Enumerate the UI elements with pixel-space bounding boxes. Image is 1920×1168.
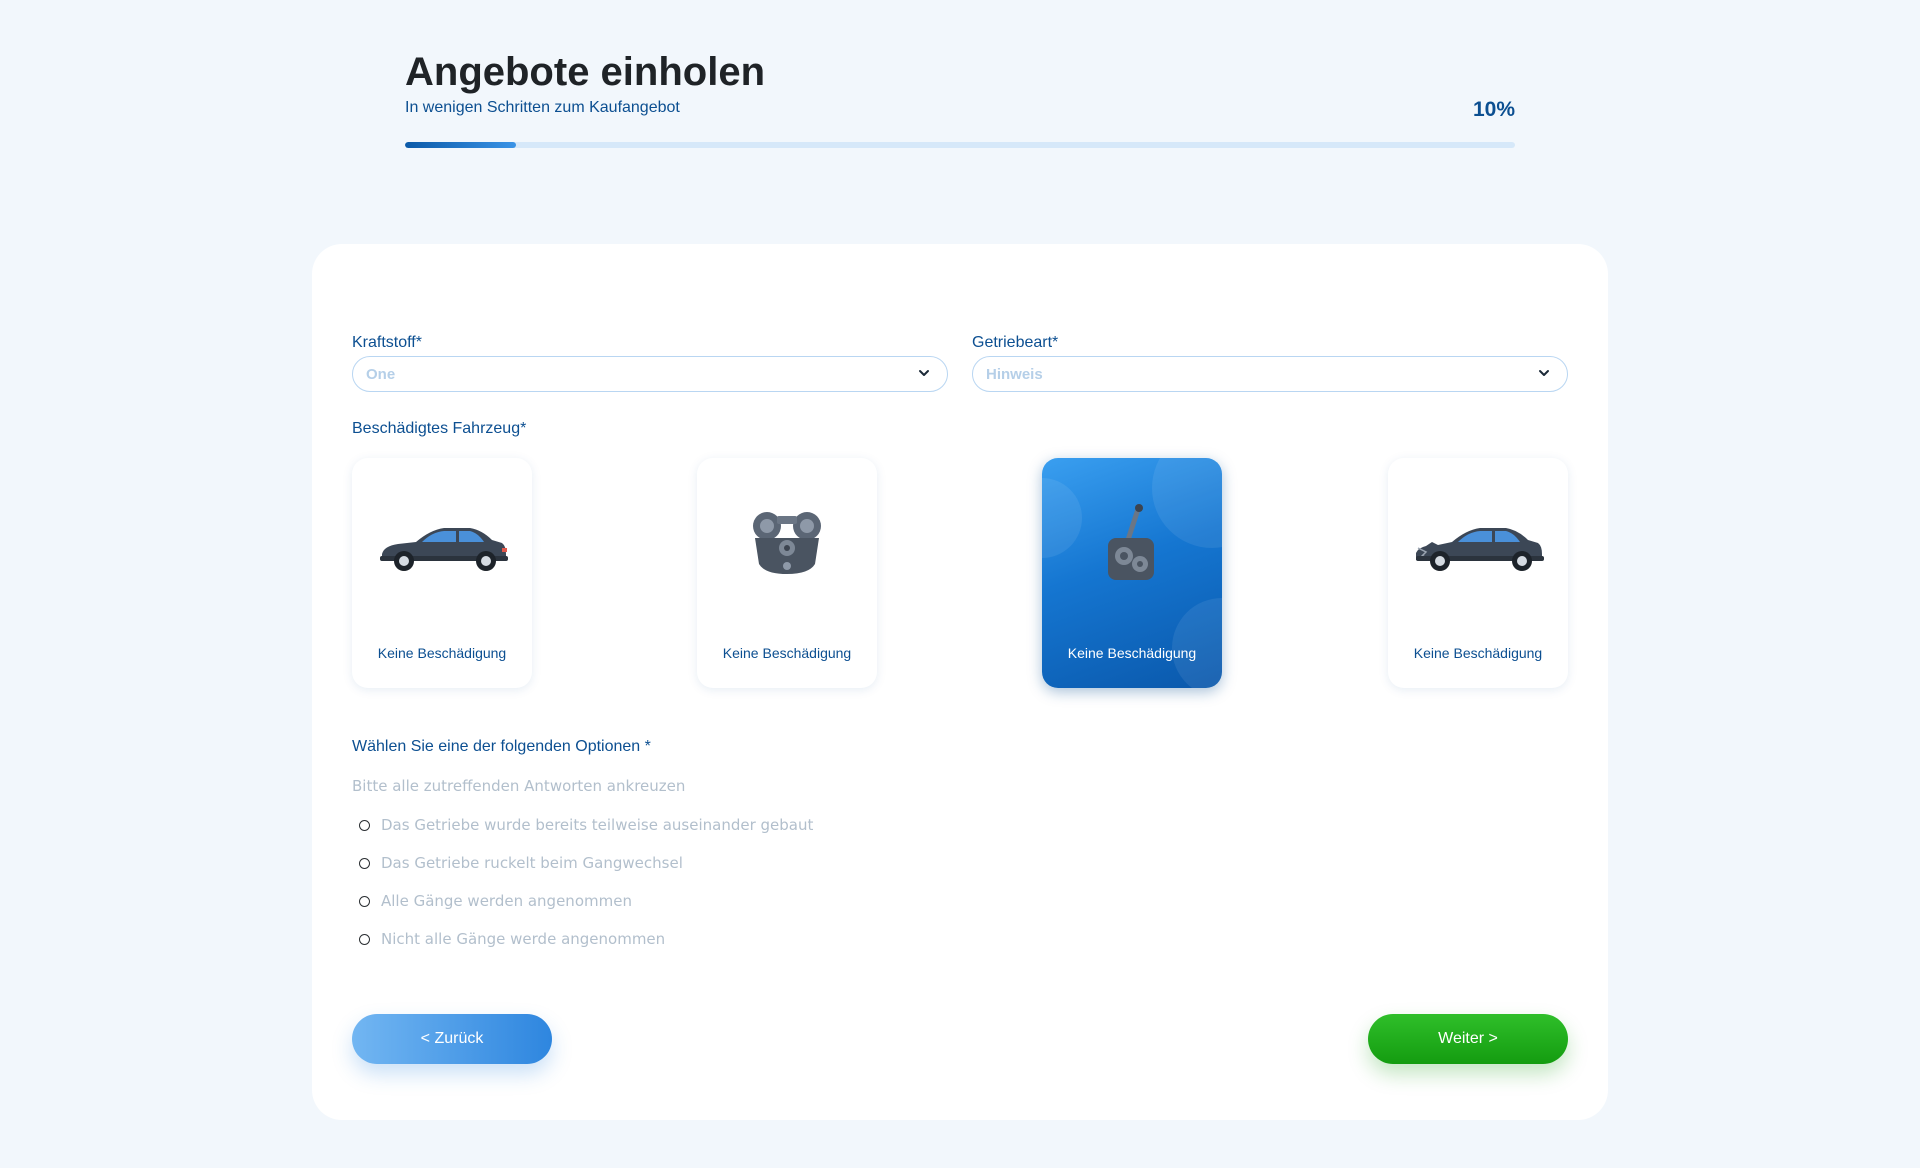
decor-bubble [1172,598,1222,688]
gearbox-select-value: Hinweis [986,366,1043,383]
fuel-label: Kraftstoff* [352,334,422,351]
option-label: Nicht alle Gänge werde angenommen [381,930,666,948]
progress-percentage: 10% [1472,98,1515,121]
option-label: Das Getriebe ruckelt beim Gangwechsel [381,854,683,872]
options-hint: Bitte alle zutreffenden Antworten ankreu… [352,777,686,795]
option-label: Das Getriebe wurde bereits teilweise aus… [381,816,814,834]
damage-tile-label: Keine Beschädigung [1413,645,1543,661]
progress-bar [405,142,1515,148]
fuel-select[interactable]: One [352,356,948,392]
engine-icon [753,512,821,574]
chevron-down-icon [919,370,929,376]
damage-tile-label: Keine Beschädigung [377,645,507,661]
fuel-select-value: One [366,366,396,383]
page-subtitle: In wenigen Schritten zum Kaufangebot [405,99,680,116]
damage-tile-label: Keine Beschädigung [1067,645,1197,661]
damaged-vehicle-label: Beschädigtes Fahrzeug* [352,420,527,437]
damage-tile-engine[interactable]: Keine Beschädigung [697,458,877,688]
damaged-car-icon [1416,528,1544,571]
chevron-down-icon [1539,370,1549,376]
damage-tile-damaged-car[interactable]: Keine Beschädigung [1388,458,1568,688]
radio-button[interactable] [359,934,370,945]
form-card: Kraftstoff* One Getriebeart* Hinweis Bes… [312,244,1608,1120]
options-title: Wählen Sie eine der folgenden Optionen * [352,738,651,755]
radio-button[interactable] [359,858,370,869]
option-label: Alle Gänge werden angenommen [381,892,632,910]
page-title: Angebote einholen [405,50,765,94]
gearbox-label: Getriebeart* [972,334,1059,351]
gearbox-icon [1108,504,1154,580]
damage-tile-car[interactable]: Keine Beschädigung [352,458,532,688]
radio-button[interactable] [359,820,370,831]
back-button[interactable]: < Zurück [352,1014,552,1064]
next-button[interactable]: Weiter > [1368,1014,1568,1064]
page-header: Angebote einholen In wenigen Schritten z… [405,46,1515,148]
radio-button[interactable] [359,896,370,907]
car-icon [380,528,508,571]
gearbox-select[interactable]: Hinweis [972,356,1568,392]
damage-tile-gearbox[interactable]: Keine Beschädigung [1042,458,1222,688]
progress-bar-fill [405,142,516,148]
damage-tile-label: Keine Beschädigung [722,645,852,661]
